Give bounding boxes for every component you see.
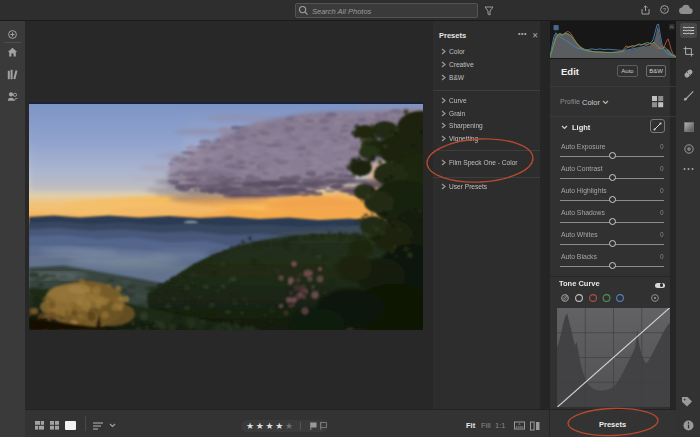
- svg-text:?: ?: [663, 7, 667, 13]
